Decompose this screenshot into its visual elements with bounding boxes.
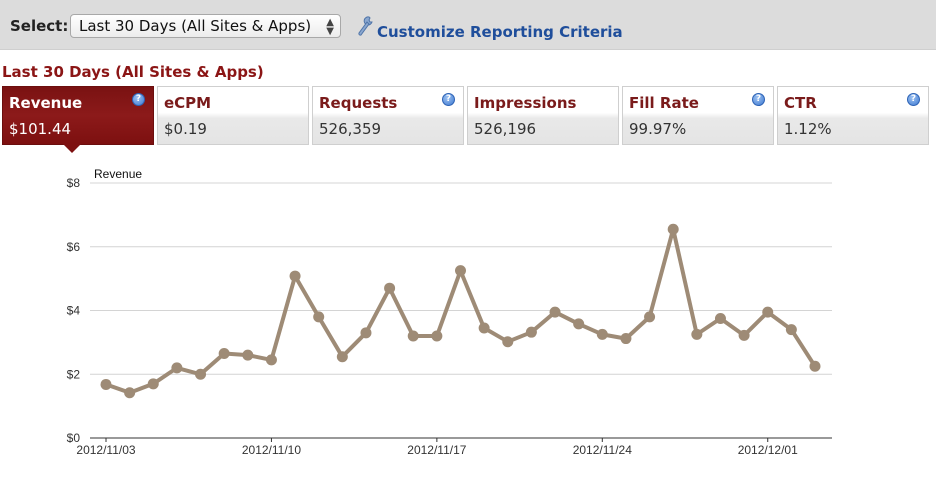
metric-tile-ctr[interactable]: CTR 1.12%? <box>777 86 929 145</box>
select-label: Select: <box>10 17 69 35</box>
section-title: Last 30 Days (All Sites & Apps) <box>2 63 264 81</box>
metric-tile-revenue[interactable]: Revenue $101.44? <box>2 86 154 153</box>
data-point <box>360 327 372 339</box>
data-point <box>762 306 774 318</box>
x-tick-label: 2012/11/03 <box>76 443 135 457</box>
metric-label: Fill Rate <box>629 94 699 112</box>
data-point <box>620 333 632 345</box>
revenue-chart-svg: $0$2$4$6$8Revenue2012/11/03 2012/11/10 201… <box>67 167 832 457</box>
y-tick-label: $6 <box>67 240 81 254</box>
metric-label: Impressions <box>474 94 577 112</box>
report-toolbar: Select: Last 30 Days (All Sites & Apps) … <box>0 0 936 50</box>
data-point <box>502 336 514 348</box>
x-tick-label: 2012/11/10 <box>242 443 301 457</box>
metric-tile-impressions[interactable]: Impressions 526,196 <box>467 86 619 145</box>
metric-label: Revenue <box>9 94 83 112</box>
active-tile-pointer <box>63 144 81 153</box>
metric-label: Requests <box>319 94 398 112</box>
data-point <box>455 265 466 277</box>
data-point <box>242 349 254 361</box>
y-tick-label: $2 <box>67 367 81 381</box>
data-point <box>407 330 419 342</box>
date-range-select[interactable]: Last 30 Days (All Sites & Apps) ▲ ▼ <box>70 14 341 38</box>
data-point <box>691 328 703 340</box>
data-point <box>525 326 537 338</box>
data-point <box>785 324 797 336</box>
metric-value: 526,196 <box>474 120 537 138</box>
chart-title: Revenue <box>94 167 142 181</box>
data-point <box>289 270 301 282</box>
data-point <box>313 311 325 323</box>
data-point <box>596 328 608 340</box>
data-point <box>336 351 348 363</box>
data-point <box>714 312 726 324</box>
metric-tile-fill-rate[interactable]: Fill Rate 99.97%? <box>622 86 774 145</box>
data-point <box>218 348 230 360</box>
data-point <box>384 282 396 294</box>
metric-value: $101.44 <box>9 120 72 138</box>
data-point <box>431 330 443 342</box>
data-point <box>147 378 159 390</box>
data-point <box>809 360 821 372</box>
metric-tile-requests[interactable]: Requests 526,359? <box>312 86 464 145</box>
data-point <box>171 362 183 374</box>
help-icon[interactable]: ? <box>442 93 455 106</box>
data-point <box>124 387 136 399</box>
data-point <box>644 311 656 323</box>
metric-value: $0.19 <box>164 120 207 138</box>
data-point <box>100 378 112 390</box>
data-point <box>738 329 750 341</box>
help-icon[interactable]: ? <box>132 93 145 106</box>
metric-label: CTR <box>784 94 817 112</box>
metric-label: eCPM <box>164 94 212 112</box>
revenue-chart: $0 $2 $4 $6 $8 Revenue 2012/11/03 2012/11/10 201… <box>0 160 936 481</box>
y-tick-label: $4 <box>67 304 81 318</box>
help-icon[interactable]: ? <box>907 93 920 106</box>
x-tick-label: 2012/11/17 <box>407 443 466 457</box>
metric-tile-ecpm[interactable]: eCPM $0.19 <box>157 86 309 145</box>
metric-value: 526,359 <box>319 120 382 138</box>
wrench-icon[interactable] <box>356 15 374 37</box>
select-arrows-icon: ▲ ▼ <box>326 17 334 37</box>
customize-reporting-link[interactable]: Customize Reporting Criteria <box>377 23 623 41</box>
x-tick-label: 2012/11/24 <box>573 443 632 457</box>
metric-value: 1.12% <box>784 120 832 138</box>
data-point <box>195 368 207 380</box>
data-point <box>667 223 679 235</box>
data-point <box>573 318 585 330</box>
data-point <box>549 306 561 318</box>
data-point <box>478 322 490 334</box>
x-tick-label: 2012/12/01 <box>738 443 798 457</box>
date-range-value: Last 30 Days (All Sites & Apps) <box>79 17 312 35</box>
y-tick-label: $8 <box>67 176 81 190</box>
data-point <box>265 354 277 366</box>
metric-value: 99.97% <box>629 120 687 138</box>
help-icon[interactable]: ? <box>752 93 765 106</box>
